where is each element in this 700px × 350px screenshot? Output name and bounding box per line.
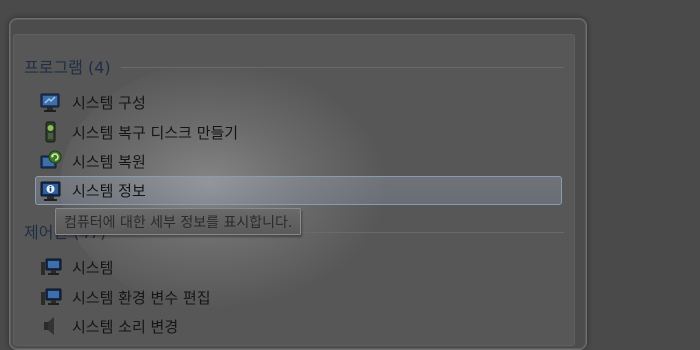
system-env-icon <box>40 286 62 308</box>
recovery-disc-icon <box>40 121 62 143</box>
result-item-label: 시스템 소리 변경 <box>72 317 179 336</box>
section-divider <box>120 67 564 68</box>
programs-header-label: 프로그램 (4) <box>24 58 111 77</box>
programs-section-header[interactable]: 프로그램 (4) <box>24 55 564 77</box>
tooltip: 컴퓨터에 대한 세부 정보를 표시합니다. <box>55 208 302 235</box>
result-item-label: 시스템 <box>72 258 114 277</box>
result-item-label: 시스템 복구 디스크 만들기 <box>72 123 239 142</box>
system-config-icon <box>40 91 62 113</box>
system-info-icon <box>40 180 62 202</box>
result-item-system-info[interactable]: 시스템 정보 <box>35 176 562 205</box>
result-item-label: 시스템 환경 변수 편집 <box>72 288 211 307</box>
system-monitor-icon <box>40 256 62 278</box>
result-item-label: 시스템 구성 <box>72 93 146 112</box>
result-item-system-config[interactable]: 시스템 구성 <box>36 89 146 115</box>
result-item-system-env[interactable]: 시스템 환경 변수 편집 <box>36 284 211 310</box>
result-item-system-sound[interactable]: 시스템 소리 변경 <box>36 313 178 339</box>
tooltip-text: 컴퓨터에 대한 세부 정보를 표시합니다. <box>64 214 293 231</box>
result-item-system[interactable]: 시스템 <box>36 254 113 280</box>
result-item-recovery-disc[interactable]: 시스템 복구 디스크 만들기 <box>36 119 238 145</box>
result-item-system-restore[interactable]: 시스템 복원 <box>36 148 146 174</box>
result-item-label: 시스템 복원 <box>72 152 146 171</box>
result-item-label: 시스템 정보 <box>72 182 146 200</box>
system-restore-icon <box>40 150 62 172</box>
